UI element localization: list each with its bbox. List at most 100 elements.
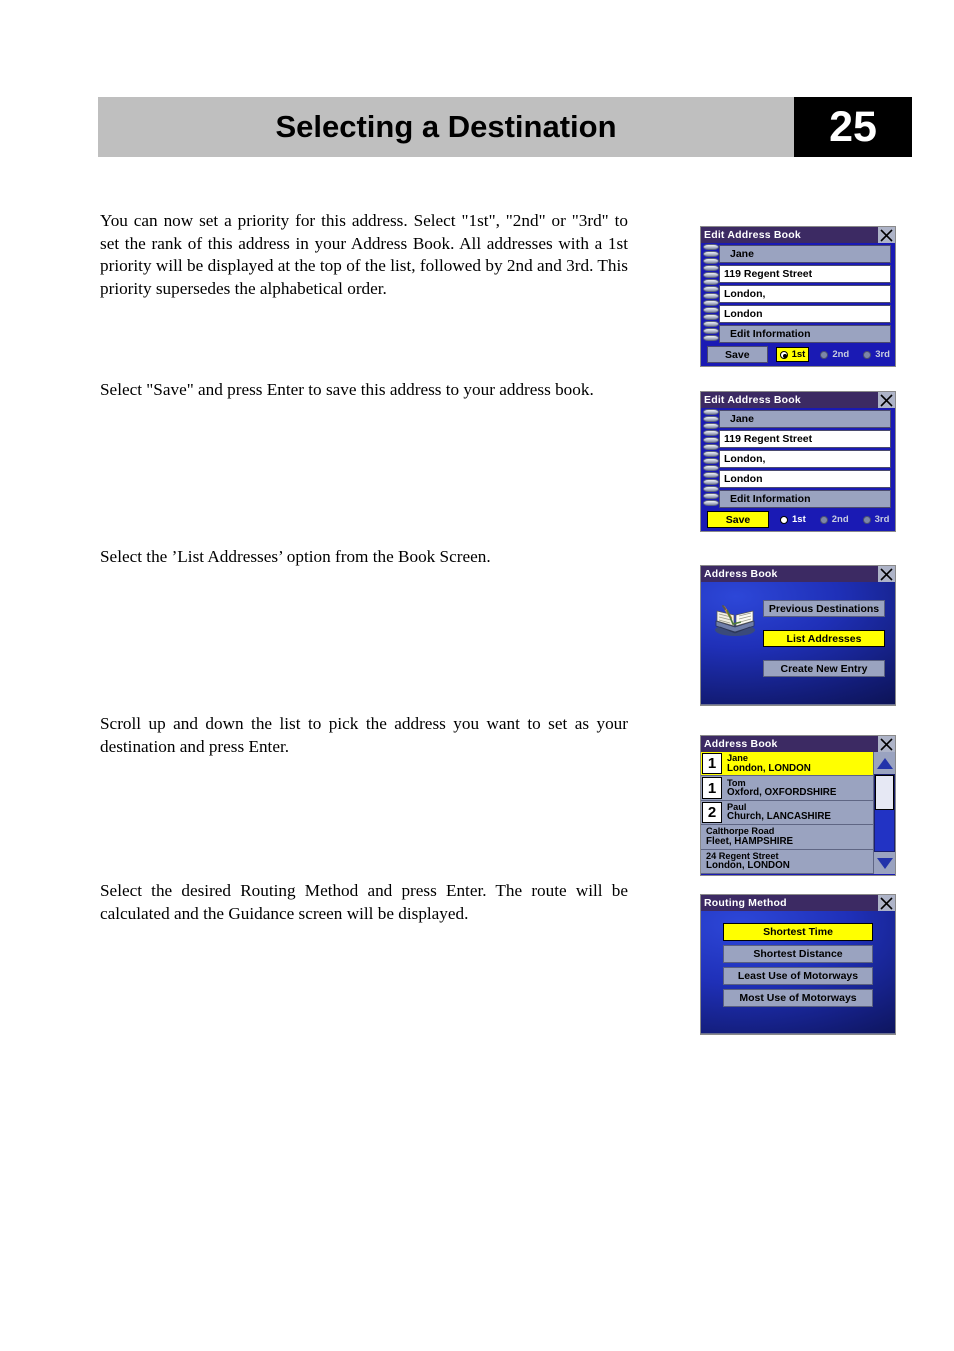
priority-radio-1st[interactable]: 1st	[777, 513, 809, 526]
priority-label: 3rd	[875, 349, 890, 360]
close-icon[interactable]	[878, 895, 895, 911]
list-item[interactable]: 2 Paul Church, LANCASHIRE	[701, 800, 873, 826]
field-region[interactable]: London	[719, 470, 891, 488]
routing-option-shortest-time[interactable]: Shortest Time	[723, 923, 873, 941]
screenshot-edit-address-book-save: Edit Address Book Jane 119 Regent Street…	[700, 391, 896, 532]
scrollbar-track[interactable]	[874, 774, 895, 852]
menu-item-previous-destinations[interactable]: Previous Destinations	[763, 600, 885, 617]
form-fields: Jane 119 Regent Street London, London Ed…	[701, 243, 895, 343]
radio-dot-icon	[820, 350, 829, 359]
priority-radio-3rd[interactable]: 3rd	[860, 513, 893, 526]
menu-body: Previous Destinations List Addresses Cre…	[701, 582, 895, 704]
scrollbar-thumb[interactable]	[875, 775, 894, 810]
menu-item-create-new-entry[interactable]: Create New Entry	[763, 660, 885, 677]
status-text: Press ENTER or ARROW keys	[705, 1035, 895, 1036]
status-bar: Press ENTER or ARROW keys	[701, 1033, 895, 1036]
paragraph-scroll: Scroll up and down the list to pick the …	[100, 713, 628, 758]
triangle-up-icon[interactable]	[874, 752, 895, 774]
entry-location: Fleet, HAMPSHIRE	[706, 835, 794, 847]
titlebar: Edit Address Book	[701, 227, 895, 243]
paragraph-routing: Select the desired Routing Method and pr…	[100, 880, 628, 925]
screenshot-address-list: Address Book 1 Jane London, LONDON 1 Tom…	[700, 735, 896, 876]
paragraph-text: Scroll up and down the list to pick the …	[100, 714, 628, 756]
priority-radio-2nd[interactable]: 2nd	[817, 513, 852, 526]
paragraph-priority: You can now set a priority for this addr…	[100, 210, 628, 300]
page-header: Selecting a Destination 25	[98, 97, 912, 157]
priority-radio-3rd[interactable]: 3rd	[860, 348, 893, 361]
address-list-body: 1 Jane London, LONDON 1 Tom Oxford, OXFO…	[701, 752, 895, 874]
close-icon[interactable]	[878, 566, 895, 582]
paragraph-text: Select the desired Routing Method and pr…	[100, 881, 628, 923]
priority-radio-2nd[interactable]: 2nd	[817, 348, 852, 361]
routing-option-shortest-distance[interactable]: Shortest Distance	[723, 945, 873, 963]
paragraph-text: Select the ’List Addresses’ option from …	[100, 547, 491, 566]
titlebar-text: Edit Address Book	[704, 394, 801, 406]
close-icon[interactable]	[878, 736, 895, 752]
page-title: Selecting a Destination	[98, 97, 794, 157]
field-street[interactable]: 119 Regent Street	[719, 265, 891, 283]
titlebar: Address Book	[701, 736, 895, 752]
routing-option-most-motorways[interactable]: Most Use of Motorways	[723, 989, 873, 1007]
paragraph-save: Select "Save" and press Enter to save th…	[100, 379, 628, 402]
titlebar-text: Address Book	[704, 568, 778, 580]
radio-dot-icon	[863, 350, 872, 359]
edit-information-button[interactable]: Edit Information	[719, 325, 891, 343]
triangle-down-icon[interactable]	[874, 852, 895, 874]
priority-radio-1st[interactable]: 1st	[775, 347, 810, 362]
titlebar: Routing Method	[701, 895, 895, 911]
radio-dot-icon	[862, 515, 871, 524]
field-street[interactable]: 119 Regent Street	[719, 430, 891, 448]
paragraph-text: Select "Save" and press Enter to save th…	[100, 380, 594, 399]
field-city-line[interactable]: London,	[719, 285, 891, 303]
page-number: 25	[794, 97, 912, 157]
footer-actions: Save 1st 2nd 3rd	[703, 510, 893, 529]
edit-information-button[interactable]: Edit Information	[719, 490, 891, 508]
screenshot-routing-method: Routing Method Shortest Time Shortest Di…	[700, 894, 896, 1035]
menu-items: Previous Destinations List Addresses Cre…	[763, 588, 885, 677]
close-icon[interactable]	[878, 227, 895, 243]
footer-actions: Save 1st 2nd 3rd	[703, 345, 893, 364]
menu-item-list-addresses[interactable]: List Addresses	[763, 630, 885, 647]
priority-badge: 2	[702, 801, 722, 824]
save-button[interactable]: Save	[707, 346, 768, 363]
address-book-icon	[711, 604, 759, 638]
entry-location: Church, LANCASHIRE	[727, 811, 831, 823]
routing-options: Shortest Time Shortest Distance Least Us…	[701, 911, 895, 1033]
field-city-line[interactable]: London,	[719, 450, 891, 468]
priority-radio-group: 1st 2nd 3rd	[769, 513, 893, 526]
status-text: Press ENTER or ARROW keys	[705, 706, 895, 707]
form-fields: Jane 119 Regent Street London, London Ed…	[701, 408, 895, 508]
scrollbar[interactable]	[873, 752, 895, 874]
field-name[interactable]: Jane	[719, 245, 891, 263]
titlebar-text: Address Book	[704, 738, 778, 750]
save-button[interactable]: Save	[707, 511, 769, 528]
radio-dot-icon	[780, 515, 788, 524]
titlebar-text: Routing Method	[704, 897, 787, 909]
routing-option-least-motorways[interactable]: Least Use of Motorways	[723, 967, 873, 985]
entry-location: London, LONDON	[727, 762, 811, 774]
priority-label: 1st	[791, 349, 806, 360]
list-item[interactable]: 24 Regent Street London, LONDON	[701, 849, 873, 874]
priority-badge: 1	[702, 777, 722, 799]
list-item[interactable]: 1 Jane London, LONDON	[701, 752, 873, 777]
screenshot-edit-address-book-priority: Edit Address Book Jane 119 Regent Street…	[700, 226, 896, 367]
status-bar: Press ENTER or ARROW keys	[701, 704, 895, 707]
priority-label: 2nd	[831, 514, 849, 525]
priority-label: 1st	[792, 514, 806, 525]
screenshot-address-book-menu: Address Book Previous Destinations List …	[700, 565, 896, 706]
close-icon[interactable]	[878, 392, 895, 408]
titlebar: Address Book	[701, 566, 895, 582]
priority-label: 2nd	[832, 349, 850, 360]
entry-location: London, LONDON	[706, 860, 790, 872]
priority-badge: 1	[702, 753, 722, 775]
priority-label: 3rd	[874, 514, 890, 525]
address-rows: 1 Jane London, LONDON 1 Tom Oxford, OXFO…	[701, 752, 873, 874]
radio-dot-icon	[779, 350, 788, 359]
list-item[interactable]: 1 Tom Oxford, OXFORDSHIRE	[701, 776, 873, 801]
list-item[interactable]: Calthorpe Road Fleet, HAMPSHIRE	[701, 825, 873, 850]
field-region[interactable]: London	[719, 305, 891, 323]
radio-dot-icon	[819, 515, 828, 524]
priority-radio-group: 1st 2nd 3rd	[768, 347, 893, 362]
entry-location: Oxford, OXFORDSHIRE	[727, 787, 837, 799]
field-name[interactable]: Jane	[719, 410, 891, 428]
